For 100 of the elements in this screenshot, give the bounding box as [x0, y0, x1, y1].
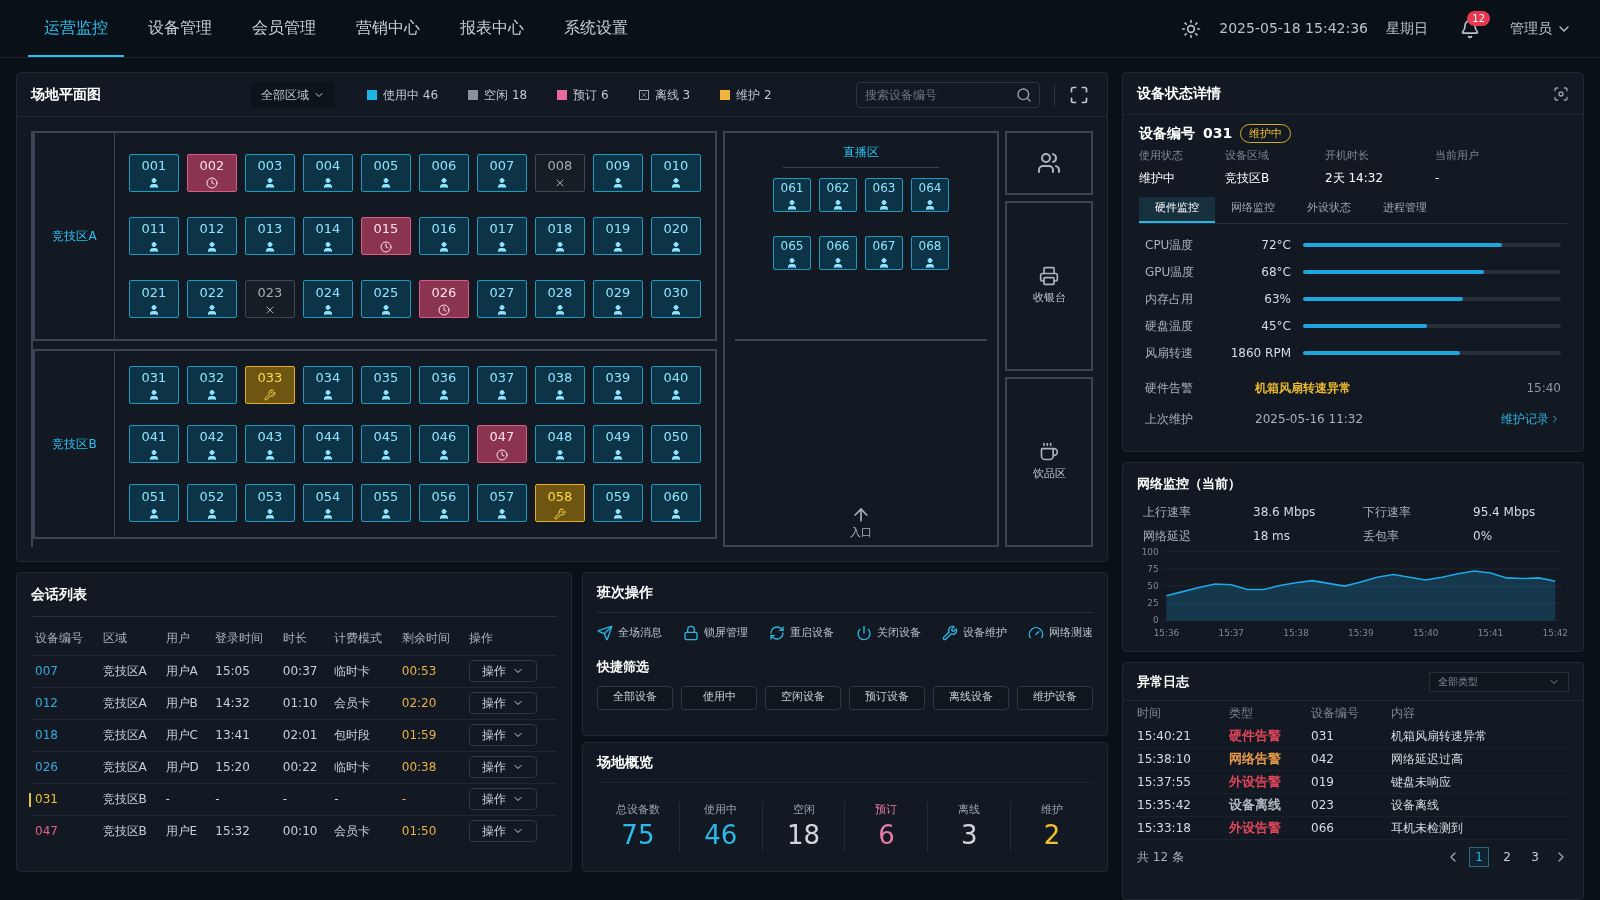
search-field[interactable]: 搜索设备编号: [856, 81, 1040, 108]
seat-tile[interactable]: 011: [129, 217, 179, 255]
seat-tile[interactable]: 043: [245, 425, 295, 463]
seat-tile[interactable]: 047: [477, 425, 527, 463]
seat-tile[interactable]: 055: [361, 484, 411, 523]
seat-tile[interactable]: 059: [593, 484, 643, 523]
seat-tile[interactable]: 065: [773, 236, 811, 270]
seat-tile[interactable]: 014: [303, 217, 353, 255]
fullscreen-icon[interactable]: [1069, 84, 1089, 105]
seat-tile[interactable]: 018: [535, 217, 585, 255]
seat-tile[interactable]: 037: [477, 365, 527, 404]
seat-tile[interactable]: 005: [361, 153, 411, 192]
seat-tile[interactable]: 067: [865, 236, 903, 270]
seat-tile[interactable]: 056: [419, 484, 469, 523]
filter-button[interactable]: 使用中: [681, 685, 757, 710]
seat-tile[interactable]: 026: [419, 280, 469, 319]
seat-tile[interactable]: 027: [477, 280, 527, 319]
shift-action[interactable]: 关闭设备: [855, 625, 921, 642]
shift-action[interactable]: 重启设备: [769, 625, 835, 642]
seat-tile[interactable]: 042: [187, 425, 237, 463]
search-icon[interactable]: [1016, 86, 1032, 103]
seat-tile[interactable]: 049: [593, 425, 643, 463]
seat-tile[interactable]: 015: [361, 217, 411, 255]
shift-action[interactable]: 设备维护: [941, 625, 1007, 642]
seat-tile[interactable]: 007: [477, 153, 527, 192]
seat-tile[interactable]: 006: [419, 153, 469, 192]
shift-action[interactable]: 全场消息: [597, 625, 662, 642]
detail-tab[interactable]: 硬件监控: [1139, 196, 1215, 223]
action-dropdown[interactable]: 操作: [469, 788, 538, 810]
seat-tile[interactable]: 068: [911, 236, 949, 270]
detail-tab[interactable]: 外设状态: [1291, 196, 1367, 223]
seat-tile[interactable]: 021: [129, 280, 179, 319]
seat-tile[interactable]: 057: [477, 484, 527, 523]
action-dropdown[interactable]: 操作: [469, 724, 538, 746]
filter-button[interactable]: 离线设备: [933, 685, 1009, 710]
seat-tile[interactable]: 029: [593, 280, 643, 319]
filter-button[interactable]: 空闲设备: [765, 685, 841, 710]
seat-tile[interactable]: 032: [187, 365, 237, 404]
seat-tile[interactable]: 009: [593, 153, 643, 192]
detail-tab[interactable]: 进程管理: [1367, 196, 1443, 223]
seat-tile[interactable]: 058: [535, 484, 585, 523]
nav-tab[interactable]: 报表中心: [444, 0, 540, 57]
seat-tile[interactable]: 025: [361, 280, 411, 319]
seat-tile[interactable]: 054: [303, 484, 353, 523]
seat-tile[interactable]: 044: [303, 425, 353, 463]
page-button[interactable]: 3: [1525, 847, 1545, 867]
filter-button[interactable]: 全部设备: [597, 685, 673, 710]
seat-tile[interactable]: 034: [303, 365, 353, 404]
maintenance-link[interactable]: 维护记录: [1501, 409, 1561, 428]
seat-tile[interactable]: 046: [419, 425, 469, 463]
seat-tile[interactable]: 008: [535, 153, 585, 192]
seat-tile[interactable]: 036: [419, 365, 469, 404]
seat-tile[interactable]: 022: [187, 280, 237, 319]
nav-tab[interactable]: 系统设置: [548, 0, 644, 57]
page-button[interactable]: 1: [1469, 847, 1489, 867]
seat-tile[interactable]: 051: [129, 484, 179, 523]
nav-tab[interactable]: 设备管理: [132, 0, 228, 57]
seat-tile[interactable]: 023: [245, 280, 295, 319]
seat-tile[interactable]: 062: [819, 178, 857, 212]
page-button[interactable]: 2: [1497, 847, 1517, 867]
seat-tile[interactable]: 031: [129, 365, 179, 404]
seat-tile[interactable]: 004: [303, 153, 353, 192]
seat-tile[interactable]: 019: [593, 217, 643, 255]
seat-tile[interactable]: 010: [651, 153, 701, 192]
shift-action[interactable]: 网络测速: [1027, 625, 1093, 642]
seat-tile[interactable]: 001: [129, 153, 179, 192]
shift-action[interactable]: 锁屏管理: [683, 625, 749, 642]
screenshot-icon[interactable]: [1553, 85, 1569, 102]
user-menu[interactable]: 管理员: [1510, 18, 1572, 39]
action-dropdown[interactable]: 操作: [469, 820, 538, 843]
seat-tile[interactable]: 016: [419, 217, 469, 255]
seat-tile[interactable]: 050: [651, 425, 701, 463]
nav-tab[interactable]: 营销中心: [340, 0, 436, 57]
seat-tile[interactable]: 064: [911, 178, 949, 212]
seat-tile[interactable]: 033: [245, 365, 295, 404]
seat-tile[interactable]: 002: [187, 153, 237, 192]
nav-tab[interactable]: 运营监控: [28, 0, 124, 57]
area-dropdown[interactable]: 全部区域: [251, 81, 335, 108]
seat-tile[interactable]: 066: [819, 236, 857, 270]
seat-tile[interactable]: 013: [245, 217, 295, 255]
seat-tile[interactable]: 017: [477, 217, 527, 255]
seat-tile[interactable]: 003: [245, 153, 295, 192]
seat-tile[interactable]: 039: [593, 365, 643, 404]
action-dropdown[interactable]: 操作: [469, 660, 538, 682]
theme-icon[interactable]: [1181, 18, 1202, 39]
filter-button[interactable]: 维护设备: [1017, 685, 1093, 710]
seat-tile[interactable]: 024: [303, 280, 353, 319]
seat-tile[interactable]: 038: [535, 365, 585, 404]
filter-button[interactable]: 预订设备: [849, 685, 925, 710]
seat-tile[interactable]: 045: [361, 425, 411, 463]
seat-tile[interactable]: 035: [361, 365, 411, 404]
type-dropdown[interactable]: 全部类型: [1429, 671, 1569, 692]
seat-tile[interactable]: 020: [651, 217, 701, 255]
seat-tile[interactable]: 063: [865, 178, 903, 212]
nav-tab[interactable]: 会员管理: [236, 0, 332, 57]
seat-tile[interactable]: 052: [187, 484, 237, 523]
action-dropdown[interactable]: 操作: [469, 692, 538, 714]
seat-tile[interactable]: 041: [129, 425, 179, 463]
seat-tile[interactable]: 030: [651, 280, 701, 319]
seat-tile[interactable]: 060: [651, 484, 701, 523]
